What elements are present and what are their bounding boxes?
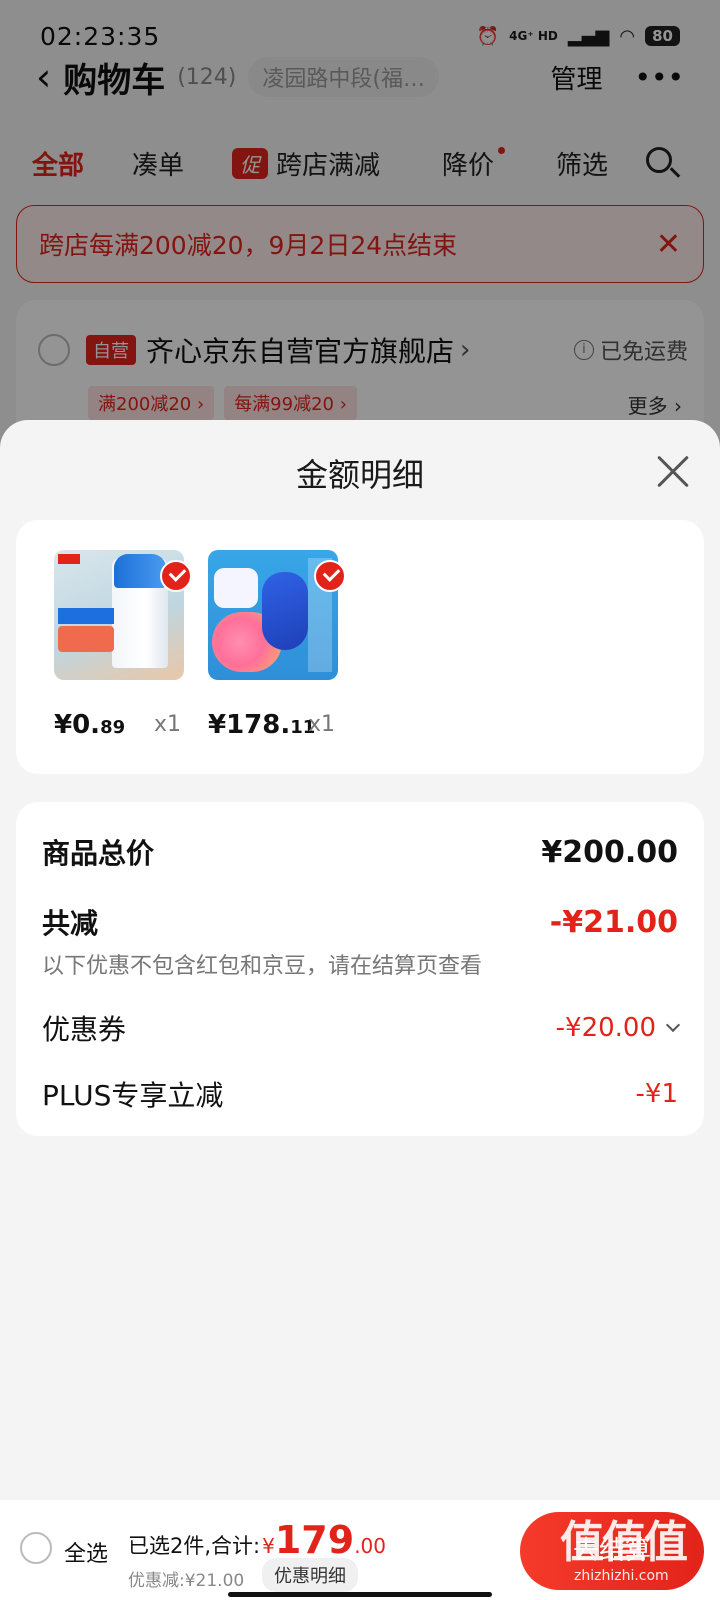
- plus-discount-row: PLUS专享立减 -¥1: [42, 1074, 678, 1114]
- goods-item-glue[interactable]: ¥0.89 x1: [54, 550, 194, 750]
- goods-quantity: x1: [154, 712, 182, 737]
- home-indicator[interactable]: [228, 1592, 492, 1597]
- plus-discount-value: -¥1: [635, 1079, 678, 1109]
- discount-value: -¥21.00: [549, 904, 678, 940]
- close-icon[interactable]: [652, 452, 692, 492]
- select-all-radio[interactable]: [20, 1532, 52, 1564]
- discount-summary: 优惠减:¥21.00: [128, 1571, 245, 1591]
- goods-price: ¥0.89: [54, 710, 126, 740]
- coupon-value: -¥20.00: [555, 1013, 656, 1043]
- sheet-title: 金额明细: [295, 456, 424, 494]
- discount-note: 以下优惠不包含红包和京豆，请在结算页查看: [42, 954, 483, 979]
- coupon-row[interactable]: 优惠券 -¥20.00: [42, 1008, 681, 1048]
- watermark: 值值值: [560, 1517, 688, 1568]
- amount-detail-sheet: 金额明细 ¥0.89 x1 ¥178.11 x1 商品总价 ¥200.00 共减…: [0, 420, 720, 1500]
- discount-row: 共减 -¥21.00: [42, 902, 678, 942]
- currency-symbol: ¥: [262, 1534, 275, 1558]
- goods-item-mouse[interactable]: ¥178.11 x1: [208, 550, 348, 750]
- total-price-row: 商品总价 ¥200.00: [42, 832, 678, 872]
- coupon-value-group: -¥20.00: [555, 1013, 681, 1043]
- checkmark-icon: [160, 560, 192, 592]
- goods-price: ¥178.11: [208, 710, 316, 740]
- total-decimal: .00: [354, 1534, 386, 1558]
- discount-detail-button[interactable]: 优惠明细: [262, 1558, 358, 1592]
- price-detail-card: 商品总价 ¥200.00 共减 -¥21.00 以下优惠不包含红包和京豆，请在结…: [16, 802, 704, 1136]
- summary-text: 已选2件,合计:: [128, 1534, 261, 1558]
- discount-label: 共减: [42, 907, 99, 940]
- chevron-down-icon[interactable]: [665, 1017, 681, 1033]
- checkmark-icon: [314, 560, 346, 592]
- watermark-url: zhizhizhi.com: [574, 1568, 669, 1584]
- coupon-label: 优惠券: [42, 1013, 127, 1046]
- total-integer: 179: [274, 1518, 355, 1562]
- select-all-label[interactable]: 全选: [64, 1536, 108, 1568]
- plus-discount-label: PLUS专享立减: [42, 1079, 224, 1112]
- total-price-value: ¥200.00: [541, 834, 678, 870]
- total-price-label: 商品总价: [42, 837, 155, 870]
- goods-quantity: x1: [308, 712, 336, 737]
- order-summary: 已选2件,合计: ¥ 179 .00: [128, 1518, 386, 1562]
- goods-card: ¥0.89 x1 ¥178.11 x1: [16, 520, 704, 774]
